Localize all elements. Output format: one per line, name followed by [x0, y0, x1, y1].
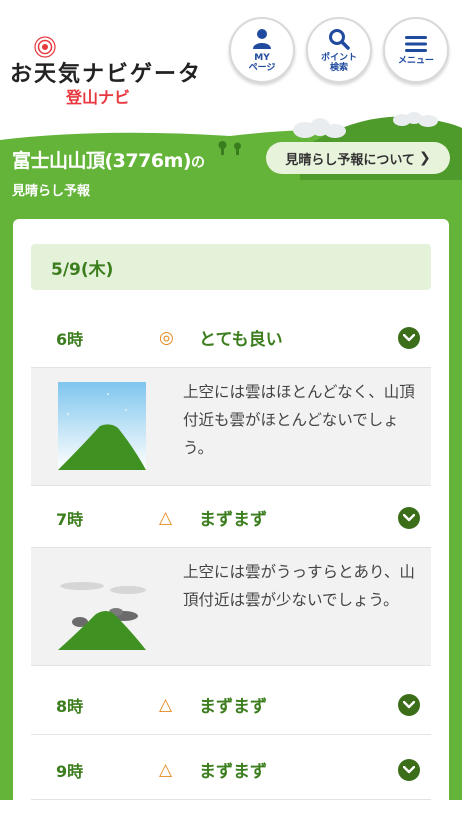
triangle-icon: △	[159, 759, 173, 780]
antenna-icon	[34, 36, 56, 58]
person-icon	[253, 28, 271, 49]
my-page-label-2: ページ	[248, 62, 276, 73]
chevron-down-icon[interactable]	[398, 758, 420, 781]
forecast-description: 上空には雲はほとんどなく、山頂付近も雲がほとんどないでしょう。	[183, 383, 415, 457]
forecast-detail-6: 上空には雲はほとんどなく、山頂付近も雲がほとんどないでしょう。	[31, 368, 431, 486]
point-search-label-2: 検索	[329, 62, 348, 73]
clear-sky-mountain-illustration	[58, 382, 146, 470]
point-search-label-1: ポイント	[320, 52, 357, 63]
page-title-suffix: の	[191, 155, 205, 171]
chevron-down-icon[interactable]	[398, 506, 420, 529]
forecast-rating: まずまず	[199, 697, 267, 717]
chevron-down-icon[interactable]	[398, 693, 420, 716]
chevron-down-icon[interactable]	[398, 326, 420, 349]
about-forecast-label: 見晴らし予報について	[285, 152, 415, 168]
search-icon	[329, 28, 350, 50]
triangle-icon: △	[159, 507, 173, 528]
thin-cloud-mountain-illustration	[58, 562, 146, 650]
forecast-row-8[interactable]: 8時 △ まずまず	[31, 675, 431, 735]
forecast-detail-7: 上空には雲がうっすらとあり、山頂付近は雲が少ないでしょう。	[31, 548, 431, 666]
site-logo[interactable]: お天気ナビゲータ 登山ナビ	[10, 36, 230, 108]
forecast-row-6[interactable]: 6時 ◎ とても良い	[31, 308, 431, 368]
menu-label: メニュー	[397, 55, 434, 66]
forecast-rating: まずまず	[199, 762, 267, 782]
page-subtitle: 見晴らし予報	[12, 184, 91, 199]
forecast-rating: まずまず	[199, 510, 267, 530]
forecast-hour: 7時	[56, 509, 84, 529]
app-header: お天気ナビゲータ 登山ナビ MY ページ ポイント 検索 メニュー	[0, 0, 462, 110]
my-page-button[interactable]: MY ページ	[229, 17, 295, 83]
forecast-hour: 8時	[56, 696, 84, 716]
forecast-row-9[interactable]: 9時 △ まずまず	[31, 740, 431, 800]
my-page-label-1: MY	[254, 52, 270, 63]
page-title: 富士山山頂(3776m)の	[12, 146, 205, 173]
hamburger-icon	[405, 35, 427, 52]
forecast-row-7[interactable]: 7時 △ まずまず	[31, 488, 431, 548]
page-title-text: 富士山山頂(3776m)	[12, 150, 192, 172]
chevron-right-icon: ❯	[418, 150, 431, 166]
forecast-description: 上空には雲がうっすらとあり、山頂付近は雲が少ないでしょう。	[183, 563, 415, 609]
forecast-hour: 6時	[56, 329, 84, 349]
triangle-icon: △	[159, 694, 173, 715]
point-search-button[interactable]: ポイント 検索	[306, 17, 372, 83]
double-circle-icon: ◎	[159, 327, 174, 348]
about-forecast-button[interactable]: 見晴らし予報について ❯	[266, 142, 450, 174]
menu-button[interactable]: メニュー	[383, 17, 449, 83]
forecast-rating: とても良い	[199, 330, 283, 350]
logo-subtext: 登山ナビ	[66, 88, 131, 107]
forecast-hour: 9時	[56, 761, 84, 781]
forecast-date: 5/9(木)	[31, 244, 431, 290]
